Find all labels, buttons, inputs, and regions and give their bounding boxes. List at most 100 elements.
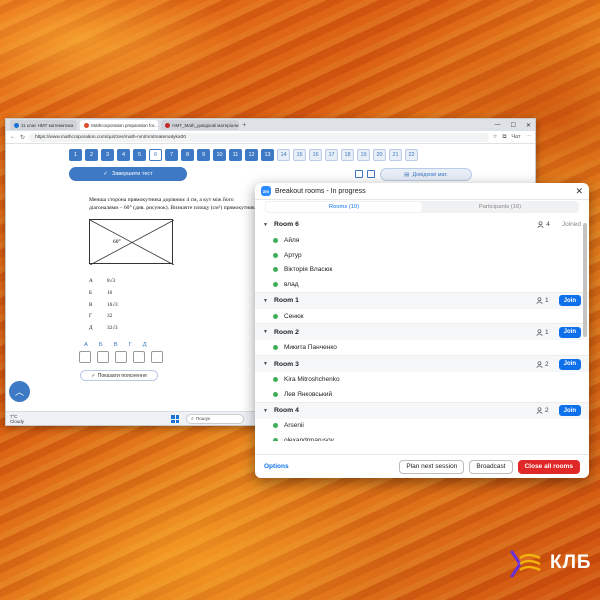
- weather-widget[interactable]: 7°C Cloudy: [10, 414, 24, 424]
- question-number-button[interactable]: 12: [245, 149, 258, 161]
- new-tab-button[interactable]: +: [242, 122, 246, 129]
- participant-name: Kira Mitroshchenko: [284, 375, 340, 383]
- breakout-rooms-dialog: zm Breakout rooms - In progress ✕ Rooms …: [255, 183, 589, 478]
- online-status-icon: [273, 345, 278, 351]
- browser-tab-2[interactable]: Mathcorporation preparation for...: [80, 120, 159, 130]
- question-number-button[interactable]: 17: [325, 149, 338, 161]
- question-number-button[interactable]: 15: [293, 149, 306, 161]
- question-number-button[interactable]: 2: [85, 149, 98, 161]
- scroll-up-button[interactable]: ︿: [9, 381, 30, 402]
- profile-button[interactable]: Чат: [511, 134, 520, 140]
- plan-next-session-button[interactable]: Plan next session: [399, 459, 465, 474]
- question-number-button[interactable]: 5: [133, 149, 146, 161]
- answer-checkbox[interactable]: [133, 351, 145, 363]
- windows-start-icon[interactable]: [171, 415, 179, 423]
- room-header[interactable]: ▼ Room 6 4 Joined: [255, 216, 589, 233]
- answer-value: 32√3: [107, 325, 118, 332]
- klb-logo: КЛБ: [510, 548, 592, 578]
- room-header[interactable]: ▼ Room 4 2 Join: [255, 401, 589, 419]
- answer-checkbox[interactable]: [115, 351, 127, 363]
- room-count: 2: [536, 407, 549, 414]
- reference-materials-button[interactable]: ▤ Довідкові мат.: [380, 168, 472, 181]
- question-number-button[interactable]: 22: [405, 149, 418, 161]
- answer-grid: [79, 351, 163, 363]
- close-icon[interactable]: ✕: [575, 186, 583, 197]
- join-room-button[interactable]: Join: [558, 358, 581, 370]
- question-number-button[interactable]: 6: [149, 149, 162, 161]
- address-bar: ← ↻ https://www.mathcorporation.com/quiz…: [6, 131, 535, 144]
- tab-switcher: Rooms (10) Participants (16): [265, 201, 579, 213]
- room-header[interactable]: ▼ Room 1 1 Join: [255, 291, 589, 309]
- online-status-icon: [273, 391, 278, 397]
- chevron-down-icon[interactable]: ▼: [263, 222, 268, 228]
- broadcast-button[interactable]: Broadcast: [469, 459, 513, 474]
- question-number-button[interactable]: 21: [389, 149, 402, 161]
- participant-row: влад: [255, 277, 589, 292]
- room-header[interactable]: ▼ Room 3 2 Join: [255, 355, 589, 373]
- question-number-button[interactable]: 19: [357, 149, 370, 161]
- split-view-icon[interactable]: [367, 170, 375, 178]
- room-name: Room 3: [273, 360, 299, 368]
- room-count: 1: [536, 329, 549, 336]
- close-all-rooms-button[interactable]: Close all rooms: [517, 459, 580, 474]
- participant-name: Артур: [284, 251, 302, 259]
- back-icon[interactable]: ←: [10, 134, 16, 140]
- join-room-button[interactable]: Join: [558, 405, 581, 416]
- participant-row: Вікторія Власюк: [255, 262, 589, 277]
- answer-value: 8√3: [107, 278, 116, 284]
- participant-row: Артур: [255, 248, 589, 263]
- room-list-scrollbar[interactable]: [583, 223, 587, 337]
- question-number-button[interactable]: 8: [181, 149, 194, 161]
- taskbar-search[interactable]: ⌕ Пошук: [186, 414, 244, 424]
- browser-tab-3[interactable]: НМТ_Math_довідкові матеріали: [161, 120, 240, 130]
- participant-name: olexandrmarusov: [284, 437, 334, 441]
- answer-checkbox[interactable]: [151, 351, 163, 363]
- browser-tab-1[interactable]: 11 клас НМТ математика: [10, 120, 78, 130]
- menu-icon[interactable]: ⋯: [526, 134, 532, 140]
- participant-name: Микита Панченко: [284, 344, 337, 352]
- answer-checkbox[interactable]: [97, 351, 109, 363]
- question-number-button[interactable]: 9: [197, 149, 210, 161]
- url-field[interactable]: https://www.mathcorporation.com/quizzes/…: [29, 132, 489, 142]
- online-status-icon: [273, 281, 278, 287]
- person-icon: [536, 329, 543, 336]
- question-number-button[interactable]: 20: [373, 149, 386, 161]
- question-number-button[interactable]: 14: [277, 149, 290, 161]
- show-explanation-button[interactable]: ✓ Показати пояснення: [80, 370, 158, 381]
- extensions-icon[interactable]: ⧉: [502, 134, 506, 141]
- search-icon: ⌕: [191, 417, 194, 422]
- person-icon: [536, 297, 543, 305]
- tab-rooms[interactable]: Rooms (10): [266, 202, 422, 212]
- close-window-button[interactable]: ✕: [526, 122, 531, 129]
- tab-participants[interactable]: Participants (16): [422, 202, 578, 212]
- question-number-button[interactable]: 11: [229, 149, 242, 161]
- answer-checkbox[interactable]: [79, 351, 91, 363]
- reload-icon[interactable]: ↻: [20, 134, 25, 141]
- question-number-button[interactable]: 18: [341, 149, 354, 161]
- join-room-button[interactable]: Join: [558, 326, 581, 338]
- question-number-button[interactable]: 10: [213, 149, 226, 161]
- room-header[interactable]: ▼ Room 2 1 Join: [255, 323, 589, 341]
- question-number-button[interactable]: 4: [117, 149, 130, 161]
- participant-name: Arsenii: [284, 422, 304, 430]
- answer-letter: А: [89, 278, 93, 284]
- options-link[interactable]: Options: [264, 463, 289, 470]
- question-number-button[interactable]: 16: [309, 149, 322, 161]
- chevron-down-icon[interactable]: ▼: [263, 408, 268, 414]
- finish-test-button[interactable]: ✓ Завершити тест: [69, 167, 187, 181]
- single-view-icon[interactable]: [355, 170, 363, 178]
- grid-letter: Б: [98, 342, 103, 348]
- chevron-down-icon[interactable]: ▼: [263, 361, 268, 367]
- question-number-button[interactable]: 13: [261, 149, 274, 161]
- join-room-button[interactable]: Join: [558, 295, 581, 307]
- chevron-down-icon[interactable]: ▼: [263, 298, 268, 304]
- question-number-button[interactable]: 3: [101, 149, 114, 161]
- question-number-button[interactable]: 1: [69, 149, 82, 161]
- question-number-button[interactable]: 7: [165, 149, 178, 161]
- participant-name: влад: [284, 280, 299, 288]
- chevron-down-icon[interactable]: ▼: [263, 329, 268, 335]
- star-icon[interactable]: ☆: [493, 134, 498, 140]
- room-name: Room 2: [273, 328, 299, 336]
- minimize-button[interactable]: —: [495, 122, 501, 129]
- maximize-button[interactable]: ☐: [511, 122, 516, 129]
